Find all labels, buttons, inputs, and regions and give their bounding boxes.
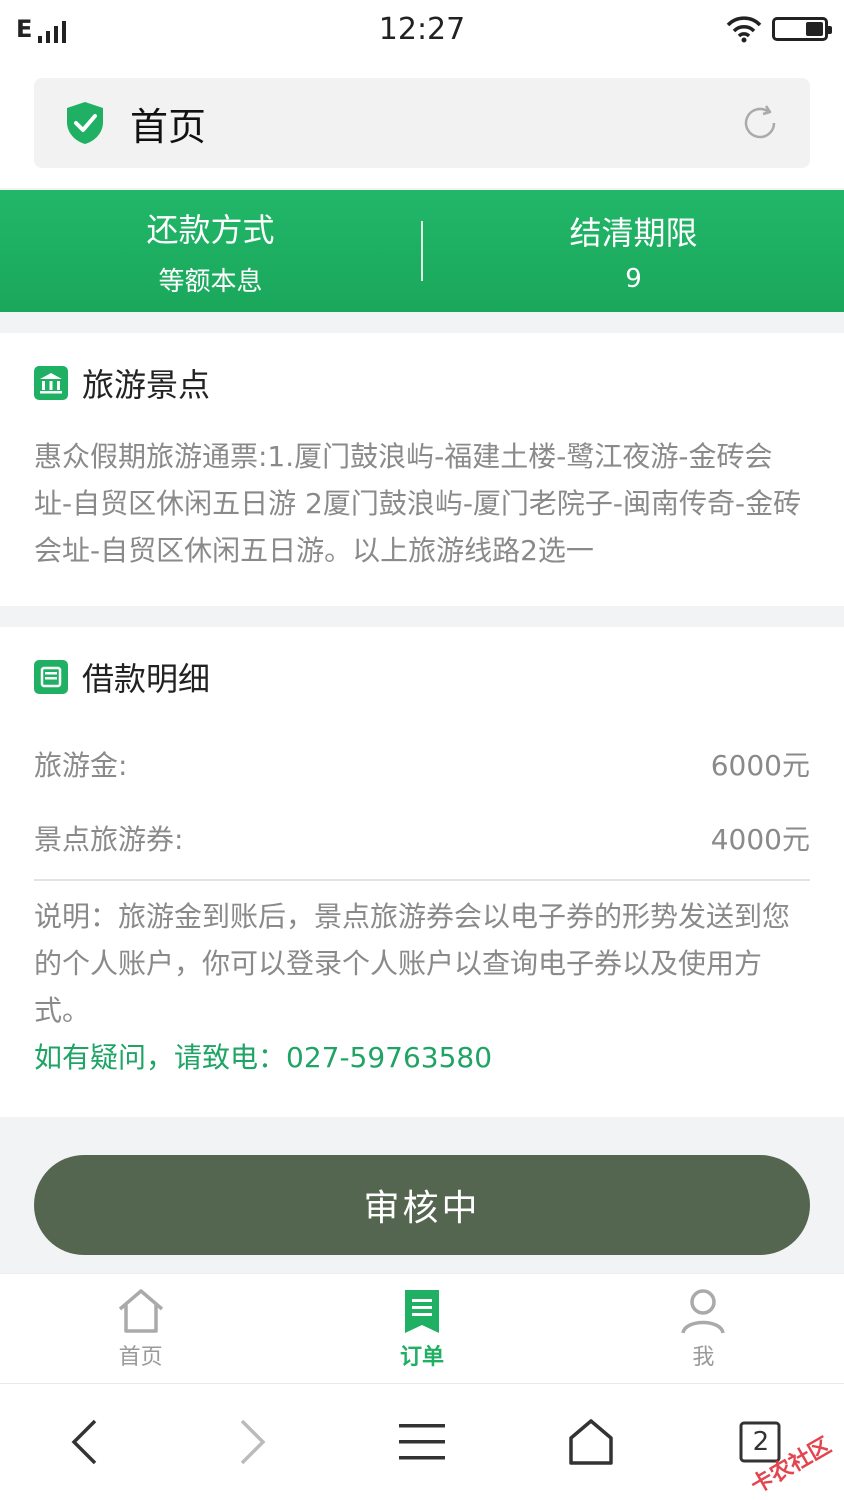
under-review-button[interactable]: 审核中 — [34, 1155, 810, 1255]
refresh-icon[interactable] — [740, 103, 780, 143]
tab-orders-label: 订单 — [399, 1344, 444, 1370]
museum-icon — [34, 366, 68, 400]
user-icon — [681, 1288, 726, 1334]
travel-fund-value: 6000元 — [710, 749, 810, 782]
wifi-icon — [726, 16, 762, 43]
tab-orders[interactable]: 订单 — [281, 1274, 562, 1383]
document-icon — [34, 660, 68, 694]
network-type: E — [16, 15, 33, 43]
attraction-title: 旅游景点 — [82, 366, 211, 404]
bottom-tab-bar: 首页 订单 我 — [0, 1273, 844, 1383]
settlement-term-value: 9 — [625, 264, 642, 294]
status-bar: E 12:27 — [0, 0, 844, 58]
loan-row-travel-fund: 旅游金: 6000元 — [34, 727, 810, 801]
back-button[interactable] — [39, 1397, 129, 1487]
repayment-method: 还款方式 等额本息 — [0, 205, 421, 298]
home-icon — [118, 1288, 163, 1333]
tab-me[interactable]: 我 — [563, 1274, 844, 1383]
menu-icon — [398, 1424, 445, 1460]
page-title: 首页 — [130, 104, 207, 149]
menu-button[interactable] — [377, 1397, 467, 1487]
tab-home-label: 首页 — [118, 1344, 163, 1370]
tab-home[interactable]: 首页 — [0, 1274, 281, 1383]
forward-button[interactable] — [208, 1397, 298, 1487]
settlement-term-label: 结清期限 — [569, 214, 698, 252]
attraction-card: 旅游景点 惠众假期旅游通票:1.厦门鼓浪屿-福建土楼-鹭江夜游-金砖会址-自贸区… — [0, 333, 844, 606]
shield-check-icon — [67, 102, 103, 144]
contact-phone-link[interactable]: 如有疑问，请致电：027-59763580 — [34, 1034, 810, 1081]
travel-fund-label: 旅游金: — [34, 749, 128, 782]
loan-note: 说明：旅游金到账后，景点旅游券会以电子券的形势发送到您的个人账户，你可以登录个人… — [34, 900, 791, 1027]
loan-row-voucher: 景点旅游券: 4000元 — [34, 801, 810, 875]
network-indicator: E — [16, 15, 67, 43]
tab-me-label: 我 — [692, 1344, 715, 1370]
tabs-count: 2 — [752, 1427, 770, 1457]
voucher-value: 4000元 — [710, 823, 810, 856]
divider — [34, 879, 810, 881]
browser-home-button[interactable] — [546, 1397, 636, 1487]
signal-icon — [38, 21, 67, 43]
order-list-icon — [404, 1289, 439, 1333]
repayment-method-label: 还款方式 — [146, 210, 275, 249]
chevron-right-icon — [240, 1419, 266, 1465]
battery-icon — [772, 17, 832, 41]
loan-detail-card: 借款明细 旅游金: 6000元 景点旅游券: 4000元 说明：旅游金到账后，景… — [0, 627, 844, 1117]
address-bar[interactable]: 首页 — [34, 78, 810, 168]
browser-nav-bar: 2 — [0, 1383, 844, 1500]
address-bar-area: 首页 — [0, 58, 844, 188]
attraction-description: 惠众假期旅游通票:1.厦门鼓浪屿-福建土楼-鹭江夜游-金砖会址-自贸区休闲五日游… — [34, 440, 802, 567]
voucher-label: 景点旅游券: — [34, 823, 184, 856]
loan-summary-banner: 还款方式 等额本息 结清期限 9 — [0, 190, 844, 312]
clock: 12:27 — [378, 11, 466, 47]
loan-detail-title: 借款明细 — [82, 660, 211, 698]
repayment-method-value: 等额本息 — [158, 266, 263, 297]
home-outline-icon — [569, 1419, 613, 1465]
chevron-left-icon — [71, 1419, 97, 1465]
settlement-term: 结清期限 9 — [423, 208, 844, 294]
